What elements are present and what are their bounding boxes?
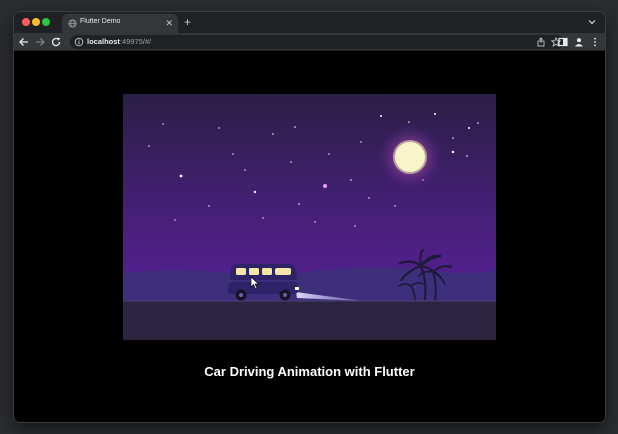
tab-title: Flutter Demo: [80, 18, 121, 25]
page-caption: Car Driving Animation with Flutter: [204, 364, 415, 379]
url-host: localhost: [87, 37, 120, 46]
van-window: [249, 268, 259, 275]
globe-icon: [68, 19, 77, 28]
address-bar[interactable]: localhost:49975/#/: [70, 35, 564, 49]
info-icon[interactable]: [74, 37, 84, 47]
url-path: :49975/#/: [119, 37, 152, 46]
side-panel-icon[interactable]: [557, 36, 569, 48]
maximize-window-button[interactable]: [42, 18, 50, 26]
reload-icon[interactable]: [50, 36, 62, 48]
url-text[interactable]: localhost:49975/#/: [87, 37, 151, 46]
chevron-down-icon[interactable]: [587, 17, 597, 27]
tab-close-icon[interactable]: ✕: [165, 17, 173, 29]
tab-strip: Flutter Demo ✕ +: [14, 12, 605, 33]
van-windshield: [275, 268, 291, 275]
browser-toolbar: localhost:49975/#/: [14, 33, 605, 51]
new-tab-button[interactable]: +: [184, 14, 191, 30]
van-headlight: [295, 287, 299, 290]
browser-window: Flutter Demo ✕ + localhost:49975/#/ Car …: [14, 12, 605, 422]
moon: [377, 124, 443, 190]
share-icon[interactable]: [536, 37, 546, 47]
night-scene-canvas: [123, 94, 496, 340]
page-content: Car Driving Animation with Flutter: [14, 51, 605, 422]
van-window: [236, 268, 246, 275]
road: [123, 301, 496, 340]
back-arrow-icon[interactable]: [18, 36, 30, 48]
forward-arrow-icon[interactable]: [34, 36, 46, 48]
profile-icon[interactable]: [573, 36, 585, 48]
minimize-window-button[interactable]: [32, 18, 40, 26]
tab-flutter-demo[interactable]: Flutter Demo ✕: [62, 14, 178, 33]
van-window: [262, 268, 272, 275]
close-window-button[interactable]: [22, 18, 30, 26]
more-menu-icon[interactable]: [589, 36, 601, 48]
